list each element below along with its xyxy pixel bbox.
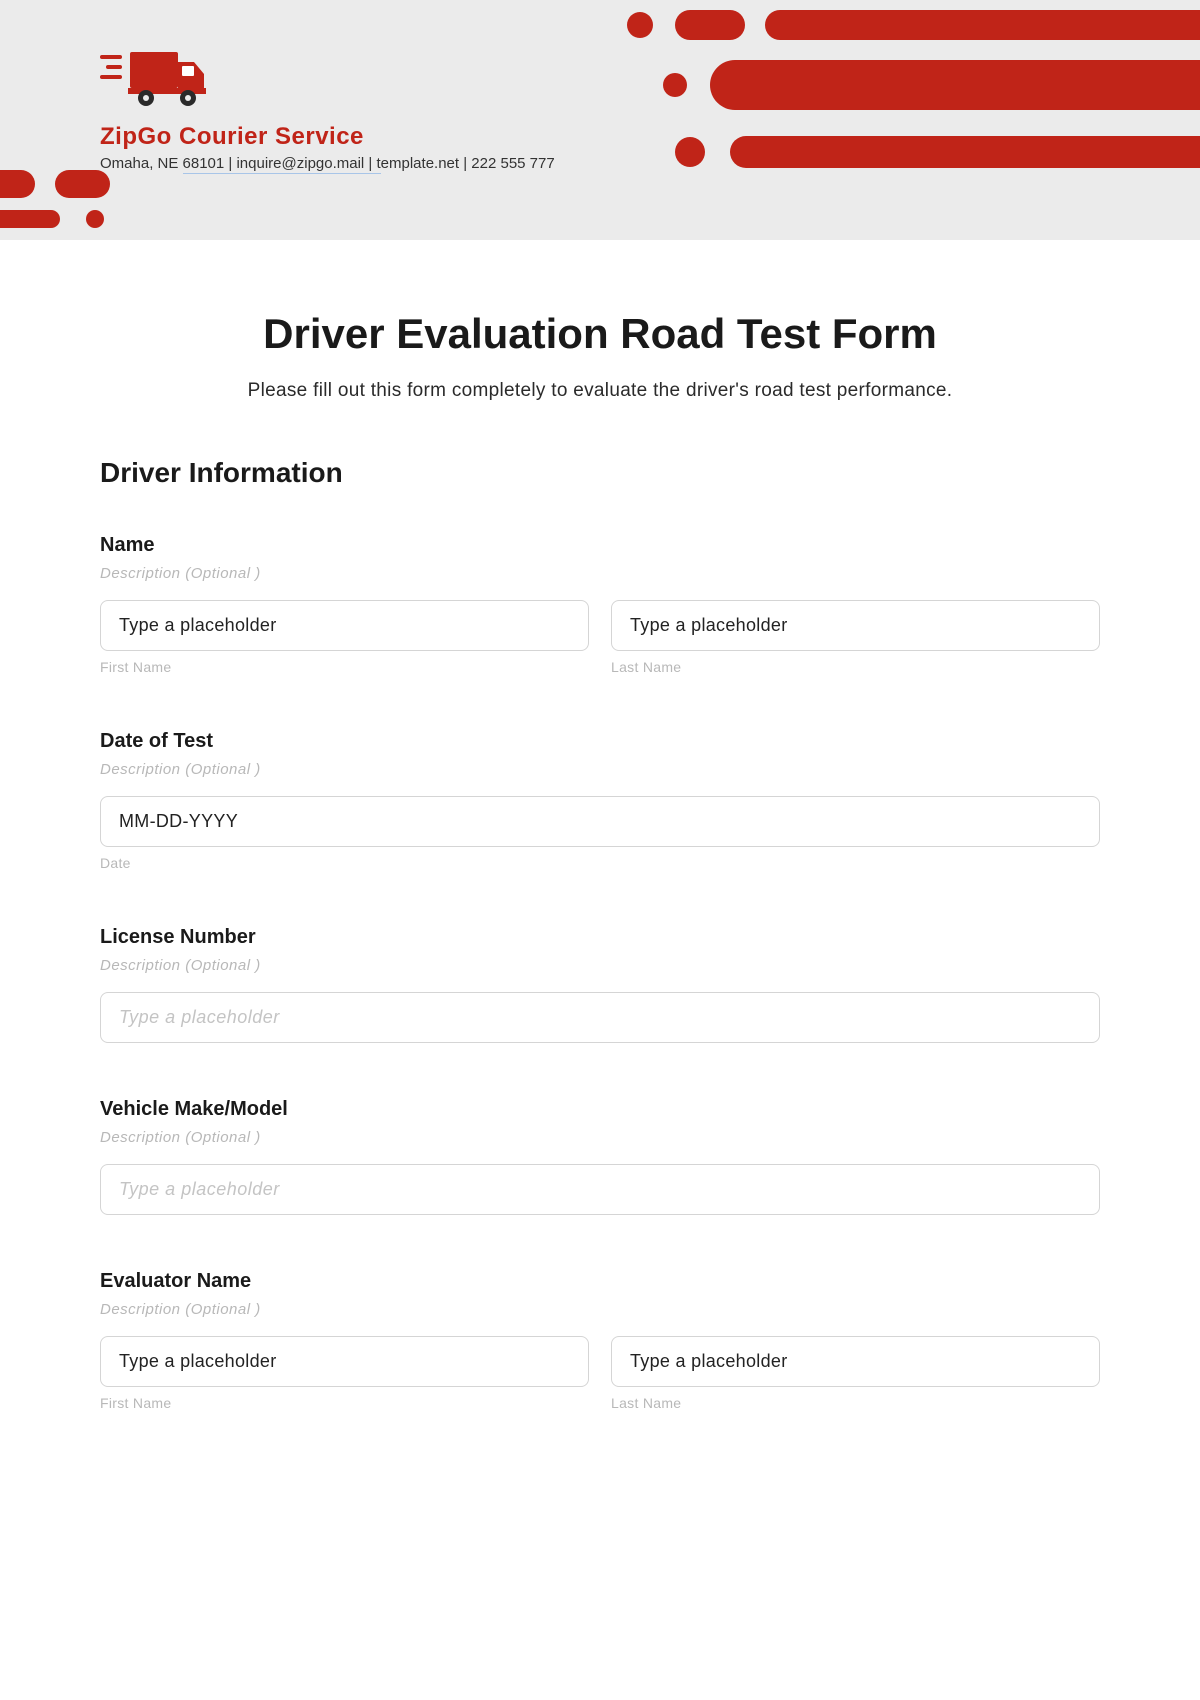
decoration-bottom xyxy=(0,170,160,230)
evaluator-last-sublabel: Last Name xyxy=(611,1395,1100,1411)
form-content: Driver Evaluation Road Test Form Please … xyxy=(0,240,1200,1461)
field-label: Vehicle Make/Model xyxy=(100,1098,1100,1121)
field-desc: Description (Optional ) xyxy=(100,565,1100,582)
field-label: Name xyxy=(100,534,1100,557)
field-date: Date of Test Description (Optional ) Dat… xyxy=(100,730,1100,871)
field-evaluator: Evaluator Name Description (Optional ) F… xyxy=(100,1270,1100,1411)
last-name-input[interactable] xyxy=(611,600,1100,651)
vehicle-input[interactable] xyxy=(100,1164,1100,1215)
first-name-sublabel: First Name xyxy=(100,659,589,675)
field-desc: Description (Optional ) xyxy=(100,1129,1100,1146)
field-label: License Number xyxy=(100,926,1100,949)
first-name-input[interactable] xyxy=(100,600,589,651)
company-name: ZipGo Courier Service xyxy=(100,123,1100,151)
field-license: License Number Description (Optional ) xyxy=(100,926,1100,1043)
field-vehicle: Vehicle Make/Model Description (Optional… xyxy=(100,1098,1100,1215)
evaluator-first-sublabel: First Name xyxy=(100,1395,589,1411)
company-address: Omaha, NE 68101 | inquire@zipgo.mail | t… xyxy=(100,155,1100,172)
field-desc: Description (Optional ) xyxy=(100,957,1100,974)
section-driver-info: Driver Information xyxy=(100,457,1100,489)
date-input[interactable] xyxy=(100,796,1100,847)
last-name-sublabel: Last Name xyxy=(611,659,1100,675)
field-desc: Description (Optional ) xyxy=(100,761,1100,778)
evaluator-last-input[interactable] xyxy=(611,1336,1100,1387)
date-sublabel: Date xyxy=(100,855,1100,871)
form-subtitle: Please fill out this form completely to … xyxy=(100,380,1100,402)
field-label: Date of Test xyxy=(100,730,1100,753)
truck-icon xyxy=(100,50,210,110)
header-banner: ZipGo Courier Service Omaha, NE 68101 | … xyxy=(0,0,1200,240)
field-name: Name Description (Optional ) First Name … xyxy=(100,534,1100,675)
form-title: Driver Evaluation Road Test Form xyxy=(100,310,1100,358)
evaluator-first-input[interactable] xyxy=(100,1336,589,1387)
logo-block: ZipGo Courier Service Omaha, NE 68101 | … xyxy=(100,50,1100,172)
field-desc: Description (Optional ) xyxy=(100,1301,1100,1318)
license-input[interactable] xyxy=(100,992,1100,1043)
field-label: Evaluator Name xyxy=(100,1270,1100,1293)
